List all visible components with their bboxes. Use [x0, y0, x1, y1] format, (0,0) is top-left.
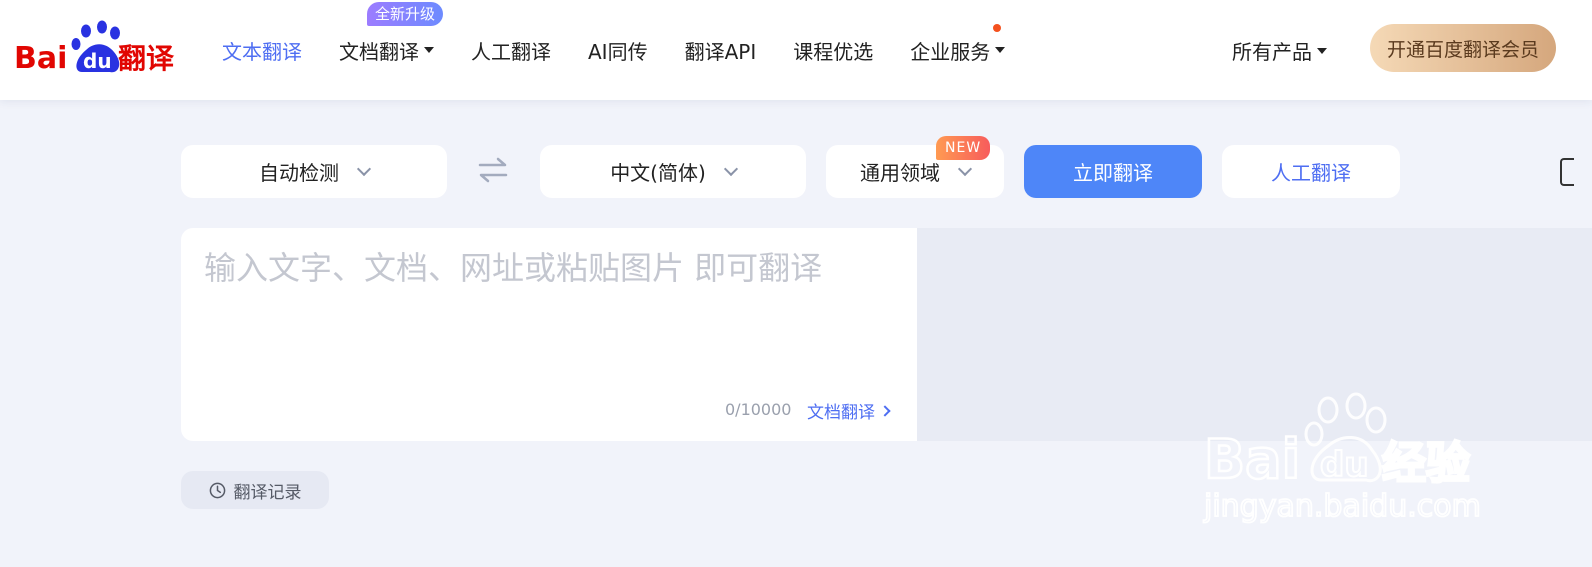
main-nav: 文本翻译 全新升级 文档翻译 人工翻译 AI同传 翻译API 课程优选 企业服务: [222, 0, 1042, 100]
translate-now-button[interactable]: 立即翻译: [1024, 145, 1202, 198]
caret-down-icon: [995, 47, 1006, 53]
all-products-label: 所有产品: [1232, 40, 1312, 64]
source-language-select[interactable]: 自动检测: [181, 145, 447, 198]
svg-text:du: du: [83, 49, 112, 73]
nav-item-label: AI同传: [588, 39, 648, 64]
document-translate-label: 文档翻译: [807, 403, 875, 423]
nav-item-enterprise[interactable]: 企业服务: [910, 23, 1006, 65]
source-input-panel: 0/10000 文档翻译: [181, 228, 917, 441]
target-language-label: 中文(简体): [610, 161, 706, 185]
nav-item-label: 课程优选: [793, 39, 874, 64]
chevron-down-icon: [723, 161, 738, 176]
translation-history-label: 翻译记录: [233, 482, 302, 502]
chevron-right-icon: [879, 404, 891, 417]
nav-item-label: 文档翻译: [339, 39, 419, 64]
all-products-menu[interactable]: 所有产品: [1232, 36, 1327, 65]
chevron-down-icon: [957, 161, 973, 176]
swap-languages-icon[interactable]: [476, 156, 510, 184]
nav-item-label: 文本翻译: [222, 39, 302, 64]
svg-text:jingyan.baidu.com: jingyan.baidu.com: [1203, 489, 1481, 524]
source-text-input[interactable]: [204, 246, 884, 386]
top-header: Bai du 翻译 文本翻译 全新升级 文档翻译 人工翻译 AI同传 翻译API…: [0, 0, 1592, 100]
side-panel-icon[interactable]: [1560, 158, 1574, 186]
clock-icon: [209, 482, 225, 498]
nav-item-text-translate[interactable]: 文本翻译: [222, 36, 302, 65]
character-counter: 0/10000: [725, 400, 792, 419]
baidu-jingyan-watermark: Bai du 经验 jingyan.baidu.com: [1196, 388, 1496, 538]
source-language-label: 自动检测: [259, 161, 339, 185]
translation-history-button[interactable]: 翻译记录: [181, 471, 329, 509]
nav-item-label: 人工翻译: [471, 39, 551, 64]
svg-text:Bai: Bai: [1204, 428, 1300, 491]
nav-item-courses[interactable]: 课程优选: [793, 36, 873, 65]
notification-dot: [993, 23, 1002, 32]
nav-item-label: 企业服务: [910, 39, 991, 64]
chevron-down-icon: [356, 161, 372, 176]
caret-down-icon: [424, 47, 434, 53]
nav-item-ai-interpret[interactable]: AI同传: [588, 36, 648, 65]
human-translate-button[interactable]: 人工翻译: [1222, 145, 1400, 198]
target-language-select[interactable]: 中文(简体): [540, 145, 806, 198]
vip-membership-button[interactable]: 开通百度翻译会员: [1370, 24, 1556, 72]
nav-item-translate-api[interactable]: 翻译API: [685, 36, 757, 65]
svg-text:Bai: Bai: [14, 41, 67, 76]
svg-text:du: du: [1320, 445, 1369, 485]
baidu-translate-logo[interactable]: Bai du 翻译: [14, 20, 184, 80]
nav-item-label: 翻译API: [684, 39, 757, 64]
caret-down-icon: [1317, 47, 1327, 54]
new-badge: NEW: [936, 136, 991, 160]
nav-item-human-translate[interactable]: 人工翻译: [471, 36, 551, 65]
document-translate-link[interactable]: 文档翻译: [807, 398, 891, 423]
domain-label: 通用领域: [860, 161, 940, 185]
nav-item-doc-translate[interactable]: 全新升级 文档翻译: [339, 1, 444, 65]
upgrade-badge: 全新升级: [367, 1, 444, 26]
svg-text:经验: 经验: [1382, 438, 1470, 489]
svg-text:翻译: 翻译: [118, 42, 175, 75]
